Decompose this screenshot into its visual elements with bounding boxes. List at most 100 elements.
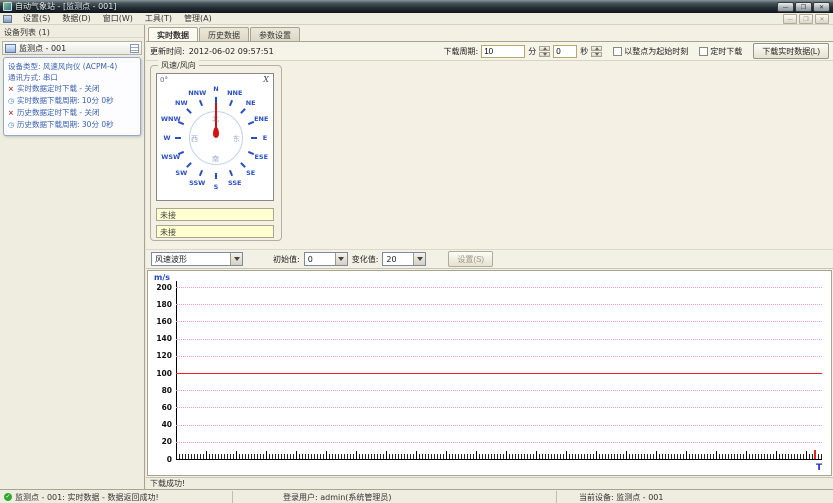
collapse-icon[interactable]: [130, 44, 139, 53]
compass-tick: [178, 150, 184, 154]
menu-window[interactable]: 窗口(W): [97, 12, 139, 25]
gridline: [176, 442, 822, 443]
mdi-restore-button[interactable]: ❐: [799, 14, 813, 24]
change-value-select[interactable]: 20: [382, 252, 426, 266]
menu-tools[interactable]: 工具(T): [139, 12, 178, 25]
download-realtime-button[interactable]: 下载实时数据(L): [753, 43, 829, 59]
dropdown-arrow-icon[interactable]: [413, 253, 425, 265]
compass-direction-label: S: [205, 183, 227, 191]
gridline: [176, 304, 822, 305]
compass-tick: [175, 137, 181, 139]
compass-direction-label: SE: [240, 169, 262, 177]
gridline: [176, 321, 822, 322]
mdi-child-icon: [3, 15, 12, 23]
gridline: [176, 287, 822, 288]
change-value: 20: [386, 255, 396, 264]
compass-direction-label: NNE: [224, 89, 246, 97]
time-end-marker: T: [816, 463, 822, 473]
initial-value: 0: [308, 255, 313, 264]
mdi-close-button[interactable]: ✕: [815, 14, 829, 24]
maximize-button[interactable]: ❐: [795, 2, 812, 12]
timed-download-label: 定时下载: [710, 46, 742, 57]
checkbox-icon[interactable]: [699, 47, 708, 56]
minimize-button[interactable]: —: [777, 2, 794, 12]
timed-download-checkbox[interactable]: 定时下载: [699, 46, 742, 57]
device-tree-item[interactable]: 监测点 - 001: [2, 41, 142, 55]
compass-direction-label: SSW: [186, 179, 208, 187]
device-name: 监测点 - 001: [19, 43, 66, 54]
disabled-icon: ×: [8, 108, 17, 119]
y-axis-tick-label: 180: [148, 300, 172, 309]
compass-direction-label: NW: [170, 99, 192, 107]
waveform-select-value: 风速波形: [155, 254, 187, 265]
menu-manage[interactable]: 管理(A): [178, 12, 218, 25]
y-axis-tick-label: 60: [148, 403, 172, 412]
download-status-bar: 下载成功!: [146, 477, 833, 489]
login-user-panel: 登录用户: admin(系统管理员): [233, 491, 557, 503]
menu-settings[interactable]: 设置(S): [17, 12, 56, 25]
minutes-unit-label: 分: [528, 46, 536, 57]
y-axis-line: [176, 281, 177, 459]
seconds-unit-label: 秒: [580, 46, 588, 57]
compass-direction-label: NE: [240, 99, 262, 107]
align-to-hour-checkbox[interactable]: 以整点为起始时刻: [613, 46, 688, 57]
compass-rose: 0° X 北 南 东 西 NNNENEENEEESESESSESSSWSWWSW…: [156, 73, 274, 201]
wind-group: 风速/风向 0° X 北 南 东 西 NNNENEENEEESESESSESSS…: [150, 65, 282, 241]
mdi-minimize-button[interactable]: —: [783, 14, 797, 24]
align-to-hour-label: 以整点为起始时刻: [624, 46, 688, 57]
device-icon: [5, 44, 16, 53]
device-info-line: 通讯方式: 串口: [8, 72, 137, 83]
device-info-line: 设备类型: 风速风向仪 (ACPM-4): [8, 61, 137, 72]
tab-realtime-data[interactable]: 实时数据: [148, 27, 198, 41]
period-minutes-input[interactable]: [481, 45, 525, 58]
login-user-text: 登录用户: admin(系统管理员): [283, 492, 392, 503]
initial-value-select[interactable]: 0: [304, 252, 348, 266]
main-panel: 实时数据 历史数据 参数设置 更新时间: 2012-06-02 09:57:51…: [146, 25, 833, 489]
initial-value-label: 初始值:: [273, 254, 300, 265]
seconds-stepper[interactable]: [591, 46, 602, 57]
set-button[interactable]: 设置(S): [448, 251, 493, 267]
dropdown-arrow-icon[interactable]: [230, 253, 242, 265]
toolbar: 更新时间: 2012-06-02 09:57:51 下载周期: 分 秒 以整点为…: [146, 42, 833, 61]
clock-icon: ◷: [8, 96, 17, 107]
y-axis-tick-label: 120: [148, 351, 172, 360]
tab-parameter-settings[interactable]: 参数设置: [250, 27, 300, 41]
tab-history-data[interactable]: 历史数据: [199, 27, 249, 41]
y-axis-tick-label: 160: [148, 317, 172, 326]
waveform-select[interactable]: 风速波形: [151, 252, 243, 266]
gridline: [176, 425, 822, 426]
compass-needle-bulb: [213, 127, 219, 138]
compass-tick: [199, 100, 203, 106]
app-icon: [3, 2, 12, 11]
wind-speed-field: 未接: [156, 208, 274, 221]
y-axis-tick-label: 100: [148, 369, 172, 378]
checkbox-icon[interactable]: [613, 47, 622, 56]
compass-direction-label: SW: [170, 169, 192, 177]
period-seconds-input[interactable]: [553, 45, 577, 58]
minutes-stepper[interactable]: [539, 46, 550, 57]
compass-tick: [228, 170, 232, 176]
menu-data[interactable]: 数据(D): [56, 12, 96, 25]
compass-tick: [248, 121, 254, 125]
x-axis-line: [176, 459, 822, 460]
compass-tick: [215, 97, 217, 103]
close-button[interactable]: ✕: [813, 2, 830, 12]
change-value-label: 变化值:: [352, 254, 379, 265]
compass-direction-label: NNW: [186, 89, 208, 97]
x-axis-major-ticks: [176, 451, 822, 459]
y-axis-tick-label: 80: [148, 386, 172, 395]
y-axis-tick-label: 0: [148, 455, 172, 464]
clock-icon: ◷: [8, 120, 17, 131]
waveform-controls: 风速波形 初始值: 0 变化值: 20 设置(S): [146, 249, 833, 269]
current-position-marker: [814, 450, 816, 459]
compass-tick: [178, 121, 184, 125]
gridline: [176, 390, 822, 391]
status-message-panel: ✓ 监测点 - 001: 实时数据 - 数据返回成功!: [1, 491, 233, 503]
download-status-text: 下载成功!: [150, 479, 185, 488]
y-axis-unit-label: m/s: [154, 273, 170, 282]
y-axis-tick-label: 40: [148, 420, 172, 429]
dropdown-arrow-icon[interactable]: [335, 253, 347, 265]
compass-tick: [251, 137, 257, 139]
gridline: [176, 356, 822, 357]
gridline: [176, 407, 822, 408]
